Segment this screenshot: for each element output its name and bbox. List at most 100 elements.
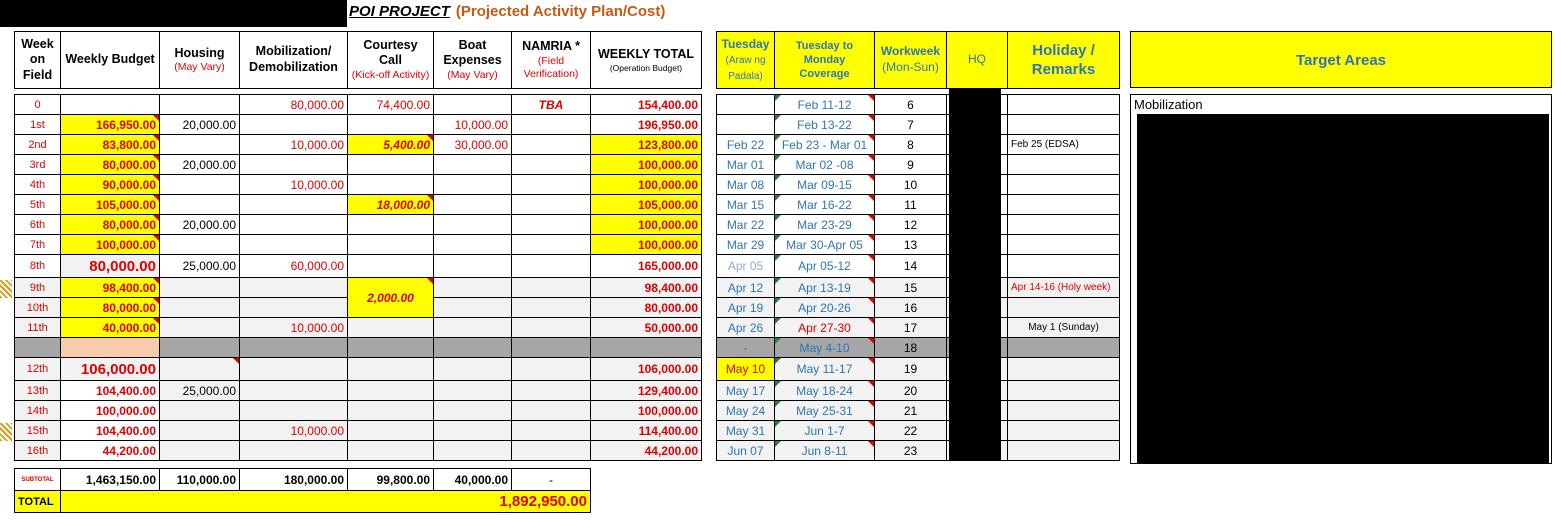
housing-cell[interactable] xyxy=(159,440,240,461)
tuesday-cell[interactable] xyxy=(716,114,775,135)
week-cell[interactable]: 9th xyxy=(14,277,61,298)
coverage-cell[interactable]: Mar 16-22 xyxy=(774,194,875,215)
tuesday-cell[interactable]: - xyxy=(716,337,775,358)
tuesday-cell[interactable]: Mar 08 xyxy=(716,174,775,195)
boat-cell[interactable] xyxy=(433,380,512,401)
remarks-cell[interactable] xyxy=(1007,94,1120,115)
mob-cell[interactable]: 80,000.00 xyxy=(239,94,348,115)
courtesy-cell[interactable] xyxy=(347,380,434,401)
coverage-cell[interactable]: Apr 27-30 xyxy=(774,317,875,338)
week-cell[interactable]: 13th xyxy=(14,380,61,401)
tuesday-cell[interactable] xyxy=(716,94,775,115)
namria-cell[interactable] xyxy=(511,194,591,215)
boat-cell[interactable] xyxy=(433,297,512,318)
weekly-total-cell[interactable]: 123,800.00 xyxy=(590,134,702,155)
mob-cell[interactable] xyxy=(239,214,348,235)
mob-cell[interactable] xyxy=(239,297,348,318)
budget-cell[interactable]: 104,400.00 xyxy=(60,420,160,441)
namria-cell[interactable] xyxy=(511,174,591,195)
boat-cell[interactable] xyxy=(433,440,512,461)
header-workweek[interactable]: Workweek (Mon-Sun) xyxy=(874,31,947,89)
weekly-total-cell[interactable]: 106,000.00 xyxy=(590,357,702,381)
boat-cell[interactable] xyxy=(433,357,512,381)
weekly-total-cell[interactable]: 100,000.00 xyxy=(590,400,702,421)
week-cell[interactable]: 12th xyxy=(14,357,61,381)
workweek-cell[interactable]: 18 xyxy=(874,337,947,358)
namria-cell[interactable] xyxy=(511,317,591,338)
header-week[interactable]: Week on Field xyxy=(14,31,61,89)
courtesy-cell[interactable]: 74,400.00 xyxy=(347,94,434,115)
boat-cell[interactable] xyxy=(433,400,512,421)
housing-cell[interactable] xyxy=(159,277,240,298)
week-cell[interactable]: 0 xyxy=(14,94,61,115)
tuesday-cell[interactable]: Mar 22 xyxy=(716,214,775,235)
remarks-cell[interactable] xyxy=(1007,297,1120,318)
remarks-cell[interactable] xyxy=(1007,194,1120,215)
remarks-cell[interactable] xyxy=(1007,380,1120,401)
coverage-cell[interactable]: Mar 30-Apr 05 xyxy=(774,234,875,255)
tuesday-cell[interactable]: Apr 26 xyxy=(716,317,775,338)
budget-cell[interactable]: 105,000.00 xyxy=(60,194,160,215)
budget-cell[interactable]: 40,000.00 xyxy=(60,317,160,338)
housing-cell[interactable] xyxy=(159,337,240,358)
week-cell[interactable] xyxy=(14,337,61,358)
courtesy-cell[interactable] xyxy=(347,234,434,255)
remarks-cell[interactable] xyxy=(1007,400,1120,421)
week-cell[interactable]: 16th xyxy=(14,440,61,461)
remarks-cell[interactable] xyxy=(1007,420,1120,441)
grand-total[interactable]: 1,892,950.00 xyxy=(60,490,591,513)
workweek-cell[interactable]: 22 xyxy=(874,420,947,441)
header-tuesday[interactable]: Tuesday (Araw ng Padala) xyxy=(716,31,775,89)
tuesday-cell[interactable]: May 10 xyxy=(716,357,775,381)
weekly-total-cell[interactable]: 100,000.00 xyxy=(590,234,702,255)
tuesday-cell[interactable]: Mar 15 xyxy=(716,194,775,215)
housing-cell[interactable] xyxy=(159,357,240,381)
budget-cell[interactable]: 104,400.00 xyxy=(60,380,160,401)
budget-cell[interactable]: 98,400.00 xyxy=(60,277,160,298)
workweek-cell[interactable]: 6 xyxy=(874,94,947,115)
courtesy-cell[interactable]: 18,000.00 xyxy=(347,194,434,215)
housing-cell[interactable]: 25,000.00 xyxy=(159,380,240,401)
workweek-cell[interactable]: 8 xyxy=(874,134,947,155)
header-housing[interactable]: Housing (May Vary) xyxy=(159,31,240,89)
tuesday-cell[interactable]: May 31 xyxy=(716,420,775,441)
weekly-total-cell[interactable]: 165,000.00 xyxy=(590,254,702,278)
remarks-cell[interactable] xyxy=(1007,114,1120,135)
courtesy-cell[interactable] xyxy=(347,400,434,421)
courtesy-cell[interactable] xyxy=(347,337,434,358)
budget-cell[interactable]: 44,200.00 xyxy=(60,440,160,461)
boat-cell[interactable] xyxy=(433,254,512,278)
namria-cell[interactable]: TBA xyxy=(511,94,591,115)
mob-cell[interactable] xyxy=(239,114,348,135)
subtotal-courtesy[interactable]: 99,800.00 xyxy=(347,468,434,491)
courtesy-cell[interactable]: 5,400.00 xyxy=(347,134,434,155)
week-cell[interactable]: 6th xyxy=(14,214,61,235)
week-cell[interactable]: 11th xyxy=(14,317,61,338)
weekly-total-cell[interactable]: 98,400.00 xyxy=(590,277,702,298)
tuesday-cell[interactable]: Feb 22 xyxy=(716,134,775,155)
tuesday-cell[interactable]: May 17 xyxy=(716,380,775,401)
header-mobilization[interactable]: Mobilization/ Demobilization xyxy=(239,31,348,89)
budget-cell[interactable]: 166,950.00 xyxy=(60,114,160,135)
tuesday-cell[interactable]: May 24 xyxy=(716,400,775,421)
subtotal-boat[interactable]: 40,000.00 xyxy=(433,468,512,491)
workweek-cell[interactable]: 11 xyxy=(874,194,947,215)
boat-cell[interactable] xyxy=(433,94,512,115)
mob-cell[interactable]: 10,000.00 xyxy=(239,174,348,195)
workweek-cell[interactable]: 16 xyxy=(874,297,947,318)
namria-cell[interactable] xyxy=(511,380,591,401)
remarks-cell[interactable] xyxy=(1007,154,1120,175)
header-boat[interactable]: Boat Expenses (May Vary) xyxy=(433,31,512,89)
coverage-cell[interactable]: Feb 13-22 xyxy=(774,114,875,135)
budget-cell[interactable]: 106,000.00 xyxy=(60,357,160,381)
workweek-cell[interactable]: 17 xyxy=(874,317,947,338)
boat-cell[interactable] xyxy=(433,214,512,235)
mob-cell[interactable] xyxy=(239,154,348,175)
boat-cell[interactable] xyxy=(433,234,512,255)
week-cell[interactable]: 8th xyxy=(14,254,61,278)
courtesy-cell[interactable] xyxy=(347,254,434,278)
subtotal-mob[interactable]: 180,000.00 xyxy=(239,468,348,491)
boat-cell[interactable] xyxy=(433,154,512,175)
courtesy-cell[interactable] xyxy=(347,114,434,135)
housing-cell[interactable]: 20,000.00 xyxy=(159,214,240,235)
